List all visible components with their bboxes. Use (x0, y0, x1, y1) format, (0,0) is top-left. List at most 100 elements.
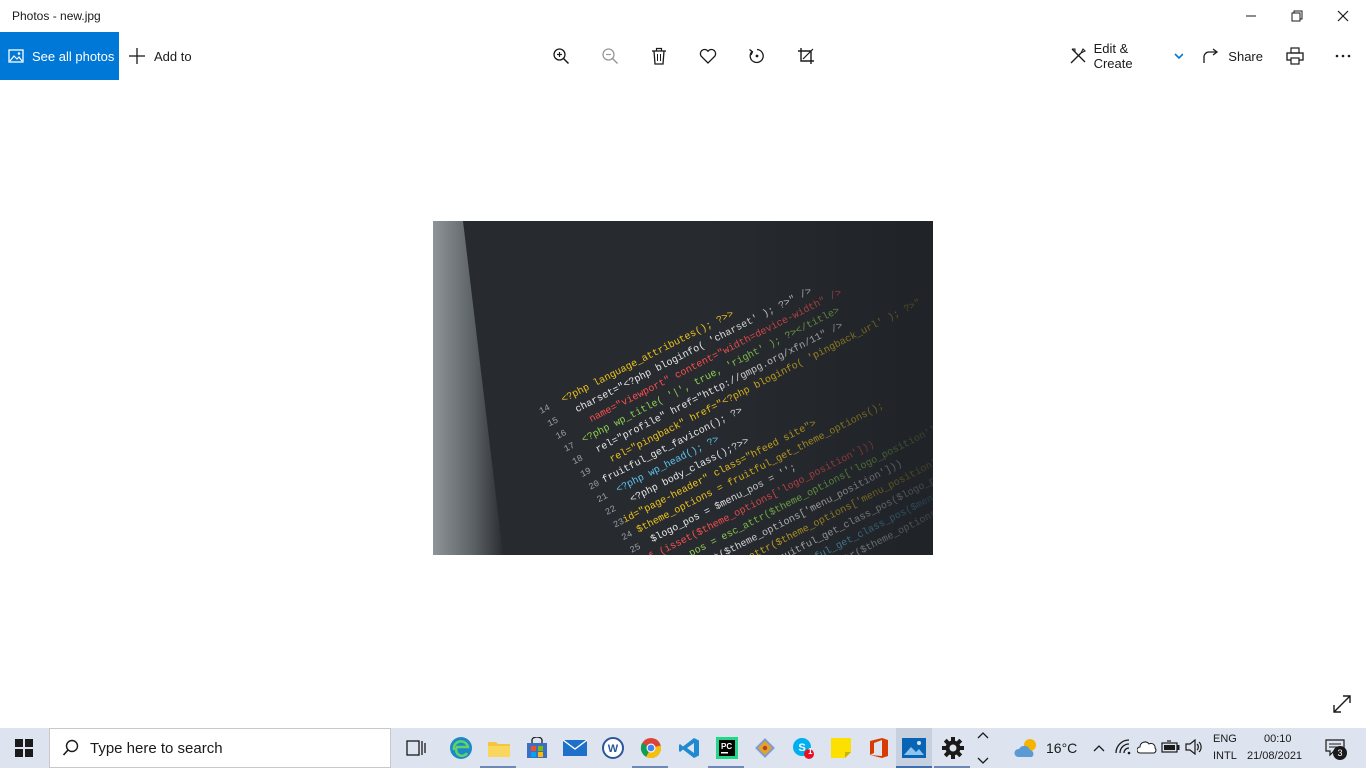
volume-button[interactable] (1185, 738, 1203, 760)
zoom-in-button[interactable] (550, 32, 572, 80)
add-to-label: Add to (154, 48, 192, 64)
taskbar-search-box[interactable]: Type here to search (49, 728, 391, 768)
chevron-up-icon (977, 732, 989, 739)
toolbar: See all photos Add to Edit & Create Shar… (0, 32, 1366, 80)
chevron-down-icon (977, 757, 989, 764)
taskbar-photos[interactable] (896, 728, 932, 768)
notification-count: 3 (1337, 748, 1343, 758)
battery-button[interactable] (1161, 740, 1181, 759)
file-explorer-icon (488, 742, 510, 757)
taskbar-vscode[interactable] (670, 728, 708, 768)
taskbar-settings[interactable] (934, 728, 972, 768)
taskbar: Type here to search W PC S 1 16°C ENG IN… (0, 728, 1366, 768)
code-photo: 1415161718192021222324252627282930313233… (433, 221, 933, 555)
restore-icon (1291, 10, 1303, 22)
task-view-icon (406, 740, 426, 756)
chevron-down-icon (1174, 53, 1183, 60)
fullscreen-button[interactable] (1330, 692, 1354, 716)
word-icon: W (602, 737, 624, 759)
taskbar-scroll[interactable] (975, 728, 991, 768)
windows-logo-icon (15, 739, 33, 757)
taskbar-edge[interactable] (442, 728, 480, 768)
onedrive-button[interactable] (1136, 740, 1157, 759)
battery-icon (1161, 740, 1180, 753)
zoom-out-icon (602, 48, 619, 65)
heart-icon (699, 48, 717, 64)
window-title: Photos - new.jpg (12, 9, 101, 23)
notification-badge: 3 (1333, 746, 1347, 760)
taskbar-store[interactable] (518, 728, 556, 768)
store-icon (527, 737, 547, 758)
skype-badge: 1 (808, 747, 813, 756)
network-button[interactable] (1114, 738, 1132, 761)
clock-time: 00:10 (1264, 733, 1292, 745)
share-button[interactable]: Share (1203, 32, 1263, 80)
taskbar-office[interactable] (860, 728, 898, 768)
see-all-photos-button[interactable]: See all photos (0, 32, 119, 80)
language-code: ENG (1213, 733, 1237, 745)
taskbar-sticky-notes[interactable] (822, 728, 860, 768)
action-center-button[interactable]: 3 (1320, 728, 1360, 768)
add-to-button[interactable]: Add to (128, 32, 192, 80)
show-hidden-icons-button[interactable] (1090, 728, 1108, 768)
sticky-notes-icon (831, 738, 851, 758)
close-button[interactable] (1320, 0, 1366, 32)
svg-text:PC: PC (721, 742, 732, 751)
rotate-icon (749, 48, 764, 64)
taskbar-pycharm[interactable]: PC (708, 728, 746, 768)
printer-icon (1286, 47, 1304, 65)
taskbar-mail[interactable] (556, 728, 594, 768)
share-label: Share (1228, 48, 1263, 64)
settings-icon (942, 737, 964, 759)
input-language-button[interactable]: ENG INTL (1210, 728, 1240, 768)
onedrive-cloud-icon (1136, 741, 1157, 754)
svg-text:W: W (608, 743, 619, 755)
minimize-button[interactable] (1228, 0, 1274, 32)
task-view-button[interactable] (397, 728, 435, 768)
search-icon (62, 739, 79, 756)
photos-collection-icon (8, 49, 24, 63)
favorite-button[interactable] (697, 32, 719, 80)
print-button[interactable] (1284, 32, 1306, 80)
expand-icon (1333, 695, 1351, 713)
weather-partly-cloudy-icon (1014, 739, 1036, 757)
pycharm-icon: PC (716, 737, 738, 759)
crop-icon (798, 48, 814, 64)
clock[interactable]: 00:10 21/08/2021 (1244, 728, 1314, 768)
close-icon (1337, 10, 1349, 22)
see-all-photos-label: See all photos (32, 48, 115, 64)
weather-widget[interactable]: 16°C (1010, 728, 1086, 768)
minimize-icon (1246, 15, 1256, 17)
office-icon (870, 738, 888, 758)
taskbar-git[interactable] (746, 728, 784, 768)
zoom-in-icon (553, 48, 570, 65)
taskbar-chrome[interactable] (632, 728, 670, 768)
weather-temperature: 16°C (1046, 740, 1078, 756)
vscode-icon (679, 738, 699, 758)
edit-create-icon (1070, 48, 1086, 64)
more-options-button[interactable] (1332, 32, 1354, 80)
edit-create-button[interactable]: Edit & Create (1069, 32, 1183, 80)
title-bar: Photos - new.jpg (0, 0, 1366, 32)
edge-icon (450, 737, 472, 759)
plus-icon (129, 48, 145, 64)
chevron-up-icon (1093, 745, 1105, 752)
more-icon (1335, 54, 1351, 58)
taskbar-file-explorer[interactable] (480, 728, 518, 768)
start-button[interactable] (0, 728, 48, 768)
taskbar-skype[interactable]: S 1 (784, 728, 822, 768)
rotate-button[interactable] (746, 32, 768, 80)
taskbar-word[interactable]: W (594, 728, 632, 768)
search-placeholder: Type here to search (90, 739, 223, 757)
crop-button[interactable] (795, 32, 817, 80)
delete-button[interactable] (648, 32, 670, 80)
restore-button[interactable] (1274, 0, 1320, 32)
chrome-icon (640, 738, 662, 759)
speaker-icon (1185, 738, 1202, 756)
clock-date: 21/08/2021 (1247, 750, 1303, 762)
photo-viewer-image[interactable]: 1415161718192021222324252627282930313233… (433, 221, 933, 555)
keyboard-layout: INTL (1213, 750, 1237, 762)
delete-icon (652, 47, 666, 65)
wifi-icon (1115, 739, 1131, 755)
zoom-out-button[interactable] (599, 32, 621, 80)
